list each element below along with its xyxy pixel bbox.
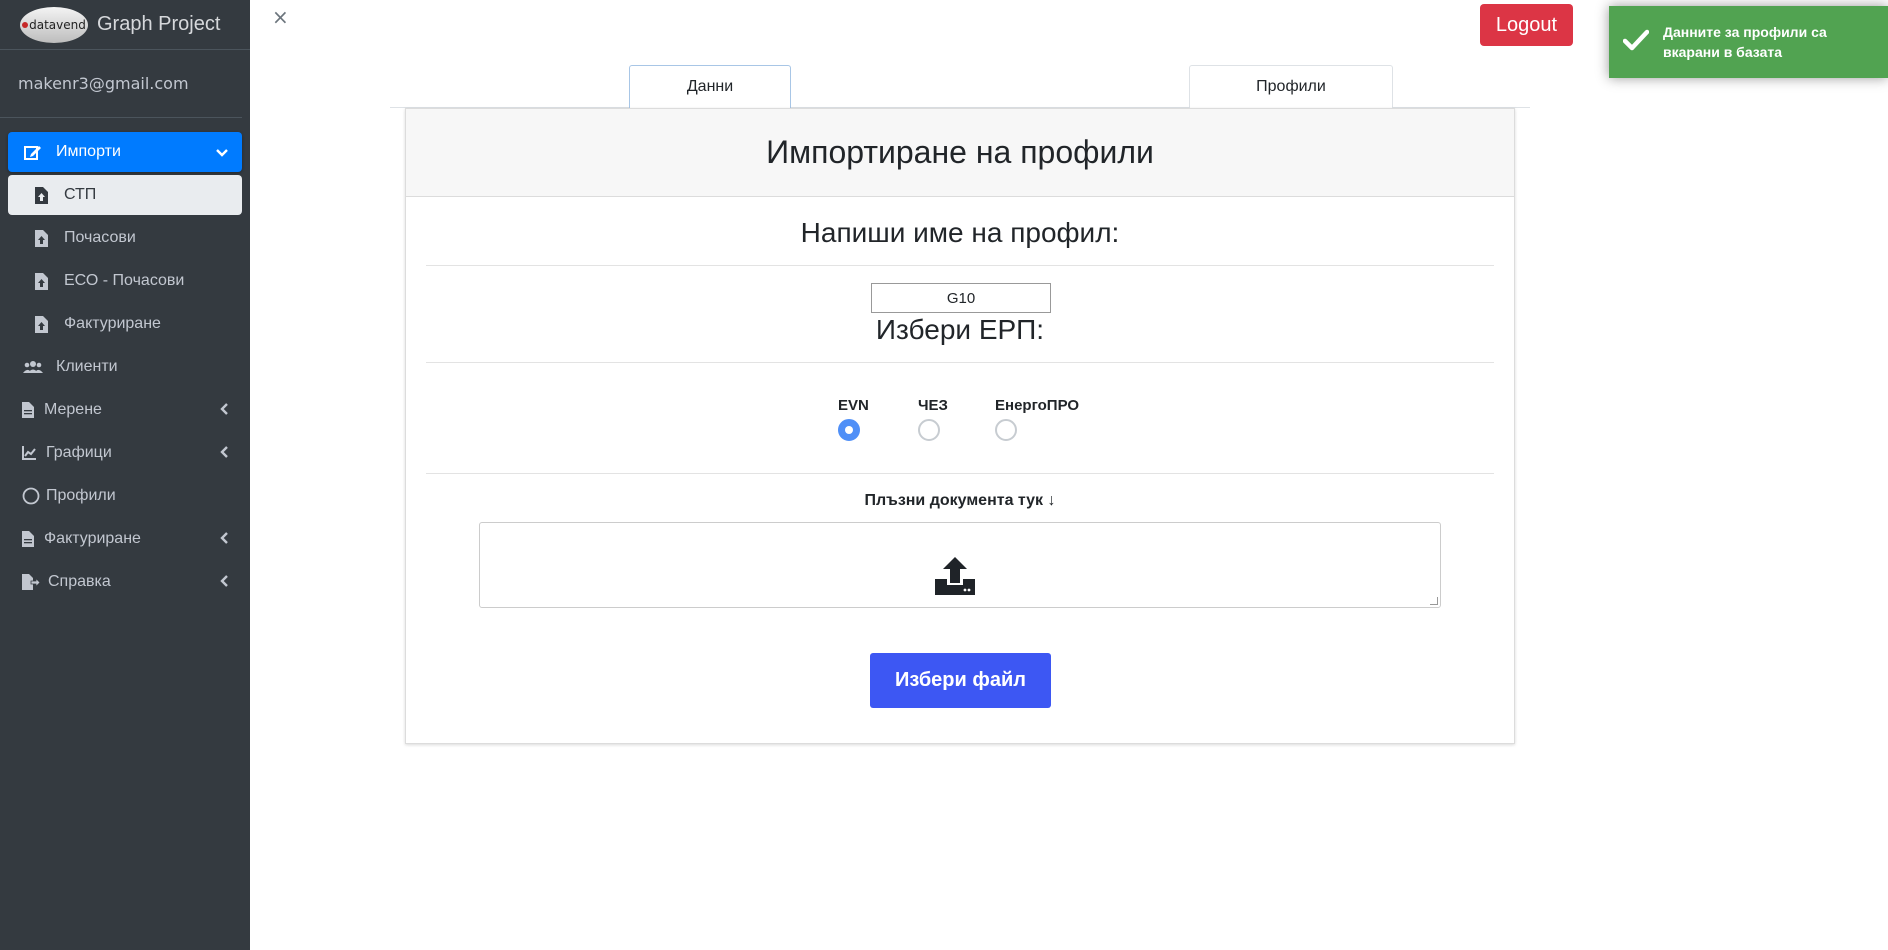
arrow-down-icon: ↓ [1047,492,1056,509]
sidebar-item-label: Графици [46,444,112,461]
company-logo: datavend [20,6,88,43]
sidebar-item-hourly[interactable]: Почасови [8,218,242,258]
profile-name-input[interactable] [871,283,1051,313]
drop-label-text: Плъзни документа тук [864,492,1044,509]
sidebar-item-label: Справка [48,573,111,590]
erp-option-evn[interactable]: EVN [838,397,869,441]
upload-icon [935,557,975,599]
tab-profiles[interactable]: Профили [1189,65,1393,108]
sidebar-item-schedules[interactable]: Графици [8,433,242,473]
sidebar-item-profiles[interactable]: Профили [8,476,242,516]
file-upload-icon [30,272,52,290]
profile-name-prompt: Напиши име на профил: [800,217,1120,248]
drop-label: Плъзни документа тук ↓ [406,492,1514,510]
sidebar-item-label: Мерене [44,401,102,418]
sidebar-item-label: Фактуриране [44,530,141,547]
sidebar-item-label: Фактуриране [64,315,161,332]
file-dropzone[interactable] [479,522,1441,608]
file-upload-icon [30,186,52,204]
user-email[interactable]: makenr3@gmail.com [0,50,242,118]
sidebar-nav: Импорти СТП Почасови ЕСО - Почасови Факт… [0,118,250,602]
check-icon [1622,29,1653,56]
sidebar-item-label: Профили [46,487,116,504]
chevron-left-icon [220,402,228,418]
radio-checked[interactable] [838,419,860,441]
divider [426,265,1494,266]
toast-message: Данните за профили са вкарани в базата [1663,24,1827,60]
file-upload-icon [30,229,52,247]
line-chart-icon [22,446,36,460]
sidebar-item-imports[interactable]: Импорти [8,132,242,172]
users-icon [22,360,44,374]
sidebar-item-label: Почасови [64,229,136,246]
erp-prompt: Избери ЕРП: [875,314,1045,345]
sidebar-item-label: Импорти [56,143,121,160]
chevron-left-icon [220,531,228,547]
erp-option-label: ЕнергоПРО [995,397,1080,414]
resize-handle[interactable] [1430,597,1438,605]
card-title: Импортиране на профили [406,109,1514,197]
radio-unchecked[interactable] [918,419,940,441]
choose-file-button[interactable]: Избери файл [870,653,1051,708]
file-text-icon [22,402,34,418]
radio-unchecked[interactable] [995,419,1017,441]
sidebar-item-report[interactable]: Справка [8,562,242,602]
tab-data[interactable]: Данни [629,65,791,108]
sidebar-item-metering[interactable]: Мерене [8,390,242,430]
circle-icon [22,487,40,505]
sidebar-item-label: Клиенти [56,358,118,375]
brand-title: Graph Project [97,13,221,35]
close-icon[interactable]: × [272,5,289,29]
sidebar-item-stp[interactable]: СТП [8,175,242,215]
sidebar-item-eso-hourly[interactable]: ЕСО - Почасови [8,261,242,301]
file-export-icon [22,574,40,590]
logo-text: datavend [29,17,86,32]
erp-option-cez[interactable]: ЧЕЗ [918,397,948,441]
sidebar-item-invoicing[interactable]: Фактуриране [8,519,242,559]
logout-button[interactable]: Logout [1480,4,1573,46]
file-text-icon [22,531,34,547]
erp-radio-group: EVN ЧЕЗ ЕнергоПРО [406,397,1514,447]
chevron-left-icon [220,574,228,590]
success-toast[interactable]: Данните за профили са вкарани в базата [1609,6,1888,78]
sidebar-item-clients[interactable]: Клиенти [8,347,242,387]
sidebar-item-label: СТП [64,186,97,203]
divider [426,362,1494,363]
erp-option-energopro[interactable]: ЕнергоПРО [995,397,1079,441]
brand[interactable]: datavend Graph Project [0,0,250,50]
erp-option-label: EVN [838,397,869,414]
logo-dot [22,21,29,28]
sidebar-item-label: ЕСО - Почасови [64,272,185,289]
chevron-left-icon [220,445,228,461]
edit-icon [22,143,44,161]
import-profiles-card: Импортиране на профили Напиши име на про… [405,108,1515,744]
sidebar-item-invoicing-import[interactable]: Фактуриране [8,304,242,344]
chevron-down-icon [216,144,228,160]
erp-option-label: ЧЕЗ [918,397,948,414]
file-upload-icon [30,315,52,333]
divider [426,473,1494,474]
sidebar: datavend Graph Project makenr3@gmail.com… [0,0,250,950]
